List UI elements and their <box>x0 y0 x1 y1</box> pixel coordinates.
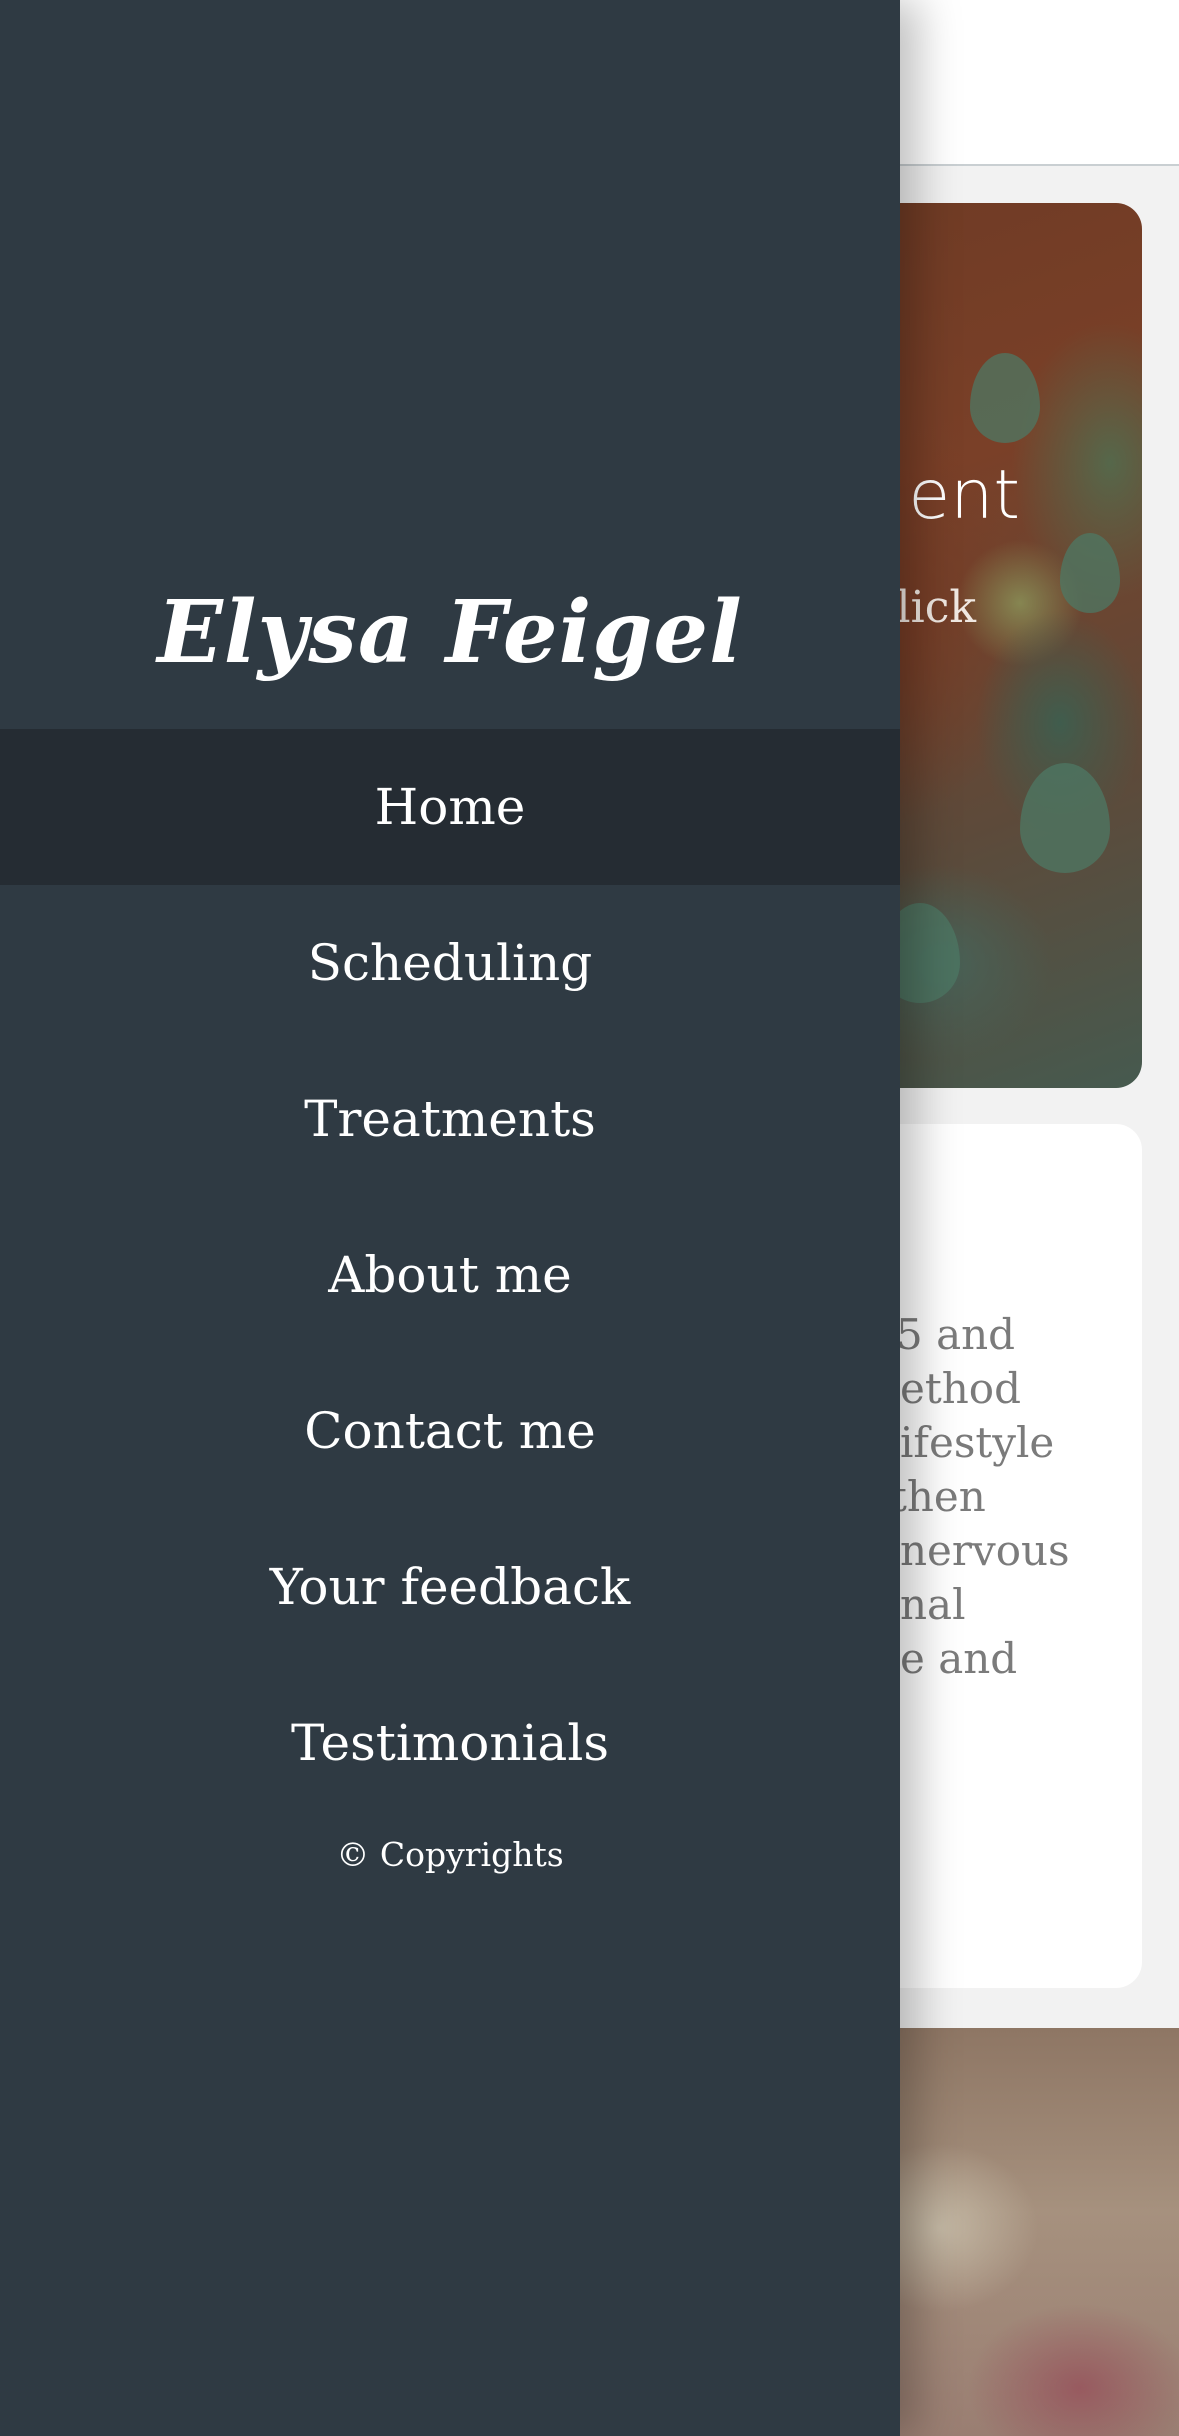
nav-item-contact-me[interactable]: Contact me <box>0 1353 900 1509</box>
nav-item-scheduling[interactable]: Scheduling <box>0 885 900 1041</box>
nav-item-about-me[interactable]: About me <box>0 1197 900 1353</box>
drawer-nav-list: Home Scheduling Treatments About me Cont… <box>0 729 900 1821</box>
body-text-line: ifestyle <box>900 1418 1055 1467</box>
hero-leaf <box>970 353 1040 443</box>
body-text-line: 5 and <box>896 1310 1016 1359</box>
hero-leaf <box>1060 533 1120 613</box>
body-text-line: then <box>890 1472 986 1521</box>
site-logo-text[interactable]: Elysa Feigel <box>0 578 900 688</box>
body-text-line: nervous <box>900 1526 1070 1575</box>
nav-item-treatments[interactable]: Treatments <box>0 1041 900 1197</box>
nav-item-your-feedback[interactable]: Your feedback <box>0 1509 900 1665</box>
body-text-line: e and <box>900 1634 1018 1683</box>
hero-leaf <box>1020 763 1110 873</box>
nav-item-home[interactable]: Home <box>0 729 900 885</box>
copyright-text: © Copyrights <box>336 1835 564 1874</box>
body-text-line: nal <box>900 1580 966 1629</box>
nav-item-testimonials[interactable]: Testimonials <box>0 1665 900 1821</box>
body-text-line: ethod <box>900 1364 1021 1413</box>
navigation-drawer: Elysa Feigel Home Scheduling Treatments … <box>0 0 900 2436</box>
